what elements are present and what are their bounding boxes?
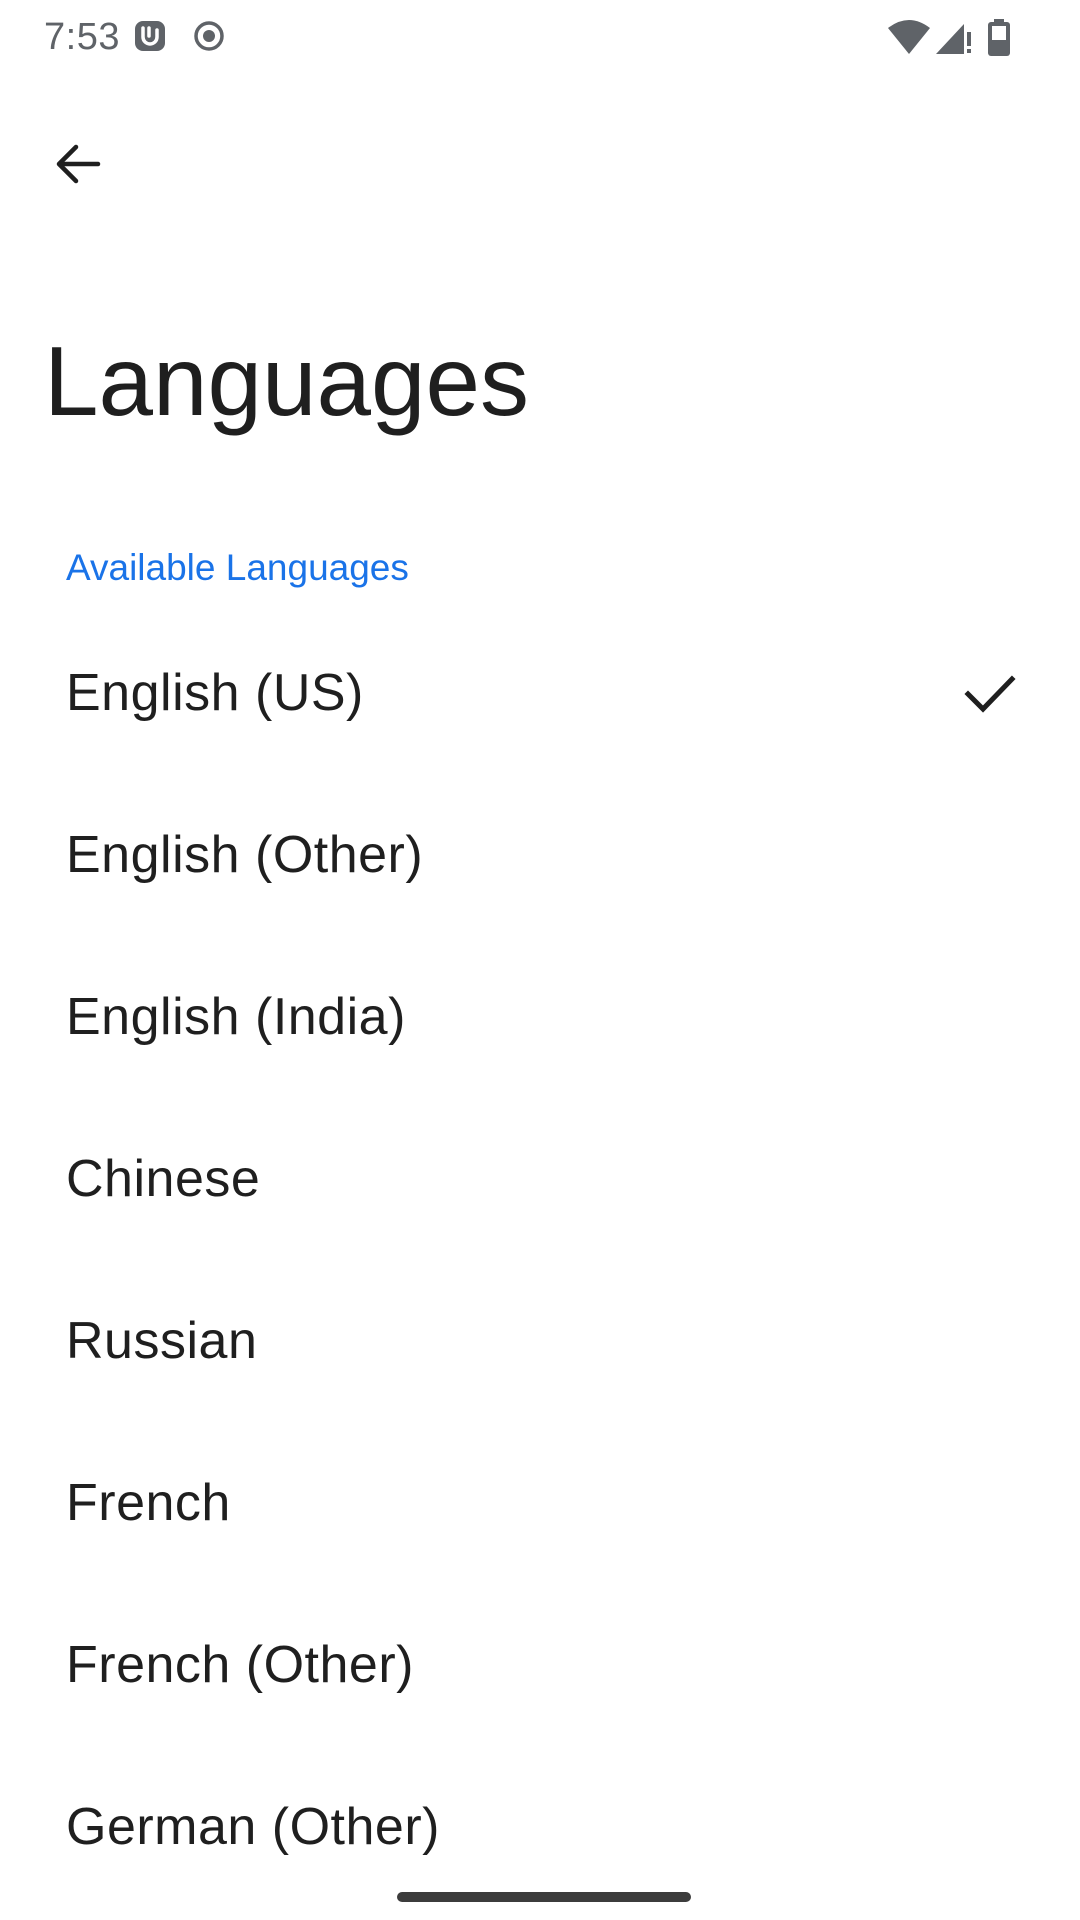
language-label: French (Other) xyxy=(66,1636,414,1694)
language-label: German (Other) xyxy=(66,1798,440,1856)
language-item-german-other[interactable]: German (Other) xyxy=(0,1746,1080,1908)
check-icon xyxy=(958,661,1022,725)
language-item-french-other[interactable]: French (Other) xyxy=(0,1584,1080,1746)
record-dot-icon xyxy=(191,18,227,54)
language-item-russian[interactable]: Russian xyxy=(0,1260,1080,1422)
section-header: Available Languages xyxy=(66,547,409,588)
language-label: English (Other) xyxy=(66,826,424,884)
language-label: Chinese xyxy=(66,1150,261,1208)
page-title: Languages xyxy=(44,326,530,436)
status-time: 7:53 xyxy=(44,16,120,58)
language-item-english-us[interactable]: English (US) xyxy=(0,612,1080,774)
language-item-french[interactable]: French xyxy=(0,1422,1080,1584)
back-button[interactable] xyxy=(36,124,120,208)
cell-signal-icon xyxy=(934,18,974,63)
language-list: English (US) English (Other) English (In… xyxy=(0,612,1080,1908)
wifi-icon xyxy=(886,18,932,63)
status-bar: 7:53 xyxy=(0,0,1080,78)
battery-icon xyxy=(986,18,1012,63)
language-label: Russian xyxy=(66,1312,258,1370)
language-item-english-india[interactable]: English (India) xyxy=(0,936,1080,1098)
navigation-handle[interactable] xyxy=(397,1892,691,1902)
language-label: French xyxy=(66,1474,231,1532)
bump-notification-icon xyxy=(132,18,168,54)
language-item-english-other[interactable]: English (Other) xyxy=(0,774,1080,936)
language-label: English (India) xyxy=(66,988,406,1046)
language-label: English (US) xyxy=(66,664,364,722)
arrow-back-icon xyxy=(52,138,104,195)
language-item-chinese[interactable]: Chinese xyxy=(0,1098,1080,1260)
